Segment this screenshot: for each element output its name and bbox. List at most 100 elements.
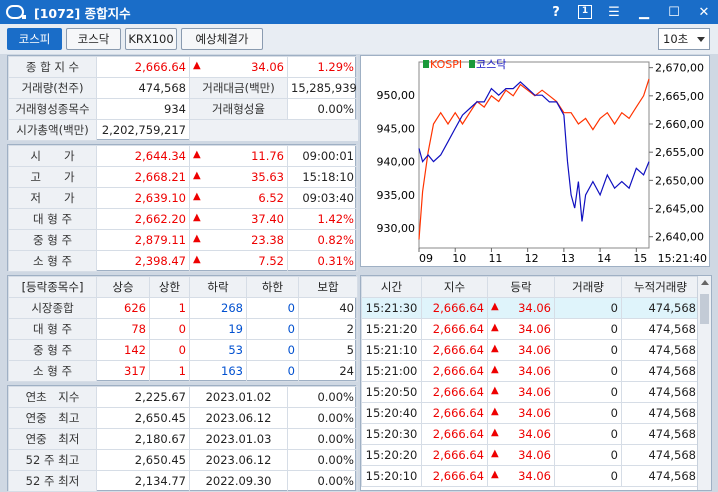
breadth-down-limit: 0 — [246, 318, 299, 340]
tick-index: 2,666.64 — [421, 318, 488, 340]
price-change: 11.76 — [251, 149, 284, 163]
breadth-panel: [등락종목수] 상승 상한 하락 하한 보합 시장종합 626 1 268 0 40 대 형 주 78 0 1… — [7, 275, 358, 382]
index-row: 종 합 지 수 2,666.64 ▲ 34.06 1.29% — [8, 56, 358, 78]
breadth-flat: 5 — [298, 339, 358, 361]
close-icon[interactable]: ✕ — [696, 5, 712, 20]
breadth-row: 대 형 주 78 0 19 0 2 — [8, 318, 358, 340]
scroll-up-icon[interactable] — [701, 280, 709, 285]
page-number-button[interactable]: 1 — [578, 5, 592, 19]
tab-krx100[interactable]: KRX100 — [125, 28, 177, 50]
tick-change: 34.06 — [518, 343, 551, 357]
tick-scrollbar[interactable] — [697, 276, 711, 490]
price-change: 6.52 — [258, 191, 284, 205]
tick-header-cell: 누적거래량 — [621, 276, 700, 298]
breadth-up-limit: 0 — [149, 318, 190, 340]
price-time: 15:18:10 — [287, 166, 358, 188]
tick-change: 34.06 — [518, 322, 551, 336]
tab-kospi[interactable]: 코스피 — [7, 28, 62, 50]
up-arrow-icon: ▲ — [491, 448, 499, 459]
tick-row[interactable]: 15:20:10 2,666.64 ▲ 34.06 0 474,568 — [361, 465, 700, 487]
tick-time: 15:20:10 — [361, 465, 422, 487]
tick-change: 34.06 — [518, 469, 551, 483]
tick-index: 2,666.64 — [421, 297, 488, 319]
up-arrow-icon: ▲ — [193, 149, 201, 160]
breadth-header-cell: 하한 — [246, 276, 299, 298]
tick-row[interactable]: 15:21:20 2,666.64 ▲ 34.06 0 474,568 — [361, 318, 700, 340]
up-arrow-icon: ▲ — [491, 427, 499, 438]
price-value: 2,639.10 — [96, 187, 190, 209]
traded-rate-value: 0.00% — [287, 98, 358, 120]
up-arrow-icon: ▲ — [491, 322, 499, 333]
tick-header-cell: 거래량 — [554, 276, 622, 298]
price-label: 소 형 주 — [8, 250, 97, 272]
price-row: 중 형 주 2,879.11 ▲ 23.38 0.82% — [8, 229, 358, 251]
y-right-tick-label: 2,670,00 — [655, 62, 704, 75]
breadth-up: 78 — [96, 318, 150, 340]
tick-time: 15:21:20 — [361, 318, 422, 340]
price-change: 37.40 — [251, 212, 284, 226]
tick-row[interactable]: 15:20:40 2,666.64 ▲ 34.06 0 474,568 — [361, 402, 700, 424]
tick-row[interactable]: 15:21:30 2,666.64 ▲ 34.06 0 474,568 — [361, 297, 700, 319]
breadth-up-limit: 1 — [149, 360, 190, 382]
yearly-label: 연초 지수 — [8, 386, 97, 408]
index-change-rate: 1.29% — [287, 56, 358, 78]
breadth-row: 소 형 주 317 1 163 0 24 — [8, 360, 358, 382]
minimize-icon[interactable]: ▁ — [636, 5, 652, 20]
breadth-up: 317 — [96, 360, 150, 382]
tick-volume: 0 — [554, 339, 622, 361]
tab-expected-price[interactable]: 예상체결가 — [181, 28, 263, 50]
x-tick-label: 13 — [561, 252, 575, 265]
traded-count-value: 934 — [96, 98, 190, 120]
y-right-tick-label: 2,655,00 — [655, 146, 704, 159]
price-time: 1.42% — [287, 208, 358, 230]
price-value: 2,668.21 — [96, 166, 190, 188]
price-change: 35.63 — [251, 170, 284, 184]
price-value: 2,662.20 — [96, 208, 190, 230]
breadth-row: 시장종합 626 1 268 0 40 — [8, 297, 358, 319]
x-tick-label: 12 — [525, 252, 539, 265]
yearly-label: 연중 최저 — [8, 428, 97, 450]
tick-row[interactable]: 15:20:30 2,666.64 ▲ 34.06 0 474,568 — [361, 423, 700, 445]
scroll-thumb[interactable] — [700, 294, 709, 324]
tick-volume: 0 — [554, 402, 622, 424]
breadth-label: 시장종합 — [8, 297, 97, 319]
help-button[interactable]: ? — [548, 5, 564, 20]
price-change: 7.52 — [258, 254, 284, 268]
price-label: 중 형 주 — [8, 229, 97, 251]
breadth-down-limit: 0 — [246, 297, 299, 319]
breadth-header: [등락종목수] 상승 상한 하락 하한 보합 — [8, 276, 358, 298]
up-arrow-icon: ▲ — [491, 406, 499, 417]
up-arrow-icon: ▲ — [193, 191, 201, 202]
menu-icon[interactable]: ☰ — [606, 5, 622, 20]
yearly-label: 연중 최고 — [8, 407, 97, 429]
tab-kosdaq[interactable]: 코스닥 — [66, 28, 121, 50]
interval-select[interactable]: 10초 — [658, 28, 710, 50]
tick-row[interactable]: 15:20:50 2,666.64 ▲ 34.06 0 474,568 — [361, 381, 700, 403]
tick-header-cell: 지수 — [421, 276, 488, 298]
breadth-down-limit: 0 — [246, 339, 299, 361]
tick-index: 2,666.64 — [421, 381, 488, 403]
price-row: 시 가 2,644.34 ▲ 11.76 09:00:01 — [8, 145, 358, 167]
tick-row[interactable]: 15:20:20 2,666.64 ▲ 34.06 0 474,568 — [361, 444, 700, 466]
x-tick-label: 09 — [419, 252, 433, 265]
maximize-icon[interactable]: ☐ — [666, 5, 682, 20]
tick-row[interactable]: 15:21:00 2,666.64 ▲ 34.06 0 474,568 — [361, 360, 700, 382]
x-tick-label: 11 — [488, 252, 502, 265]
legend-swatch-kospi — [423, 60, 429, 68]
tick-row[interactable]: 15:21:10 2,666.64 ▲ 34.06 0 474,568 — [361, 339, 700, 361]
tick-index: 2,666.64 — [421, 360, 488, 382]
yearly-panel: 연초 지수 2,225.67 2023.01.02 0.00% 연중 최고 2,650.4… — [7, 385, 358, 492]
y-right-tick-label: 2,660,00 — [655, 118, 704, 131]
breadth-header-cell: 하락 — [189, 276, 247, 298]
tick-time: 15:21:10 — [361, 339, 422, 361]
legend-swatch-kosdaq — [469, 60, 475, 68]
yearly-row: 52 주 최저 2,134.77 2022.09.30 0.00% — [8, 470, 358, 492]
tick-change: 34.06 — [518, 406, 551, 420]
tick-volume: 0 — [554, 423, 622, 445]
traded-count-label: 거래형성종목수 — [8, 98, 97, 120]
price-row: 소 형 주 2,398.47 ▲ 7.52 0.31% — [8, 250, 358, 272]
breadth-down: 163 — [189, 360, 247, 382]
x-tick-label: 10 — [452, 252, 466, 265]
tick-cum-volume: 474,568 — [621, 318, 700, 340]
y-left-tick-label: 940,00 — [377, 156, 416, 169]
